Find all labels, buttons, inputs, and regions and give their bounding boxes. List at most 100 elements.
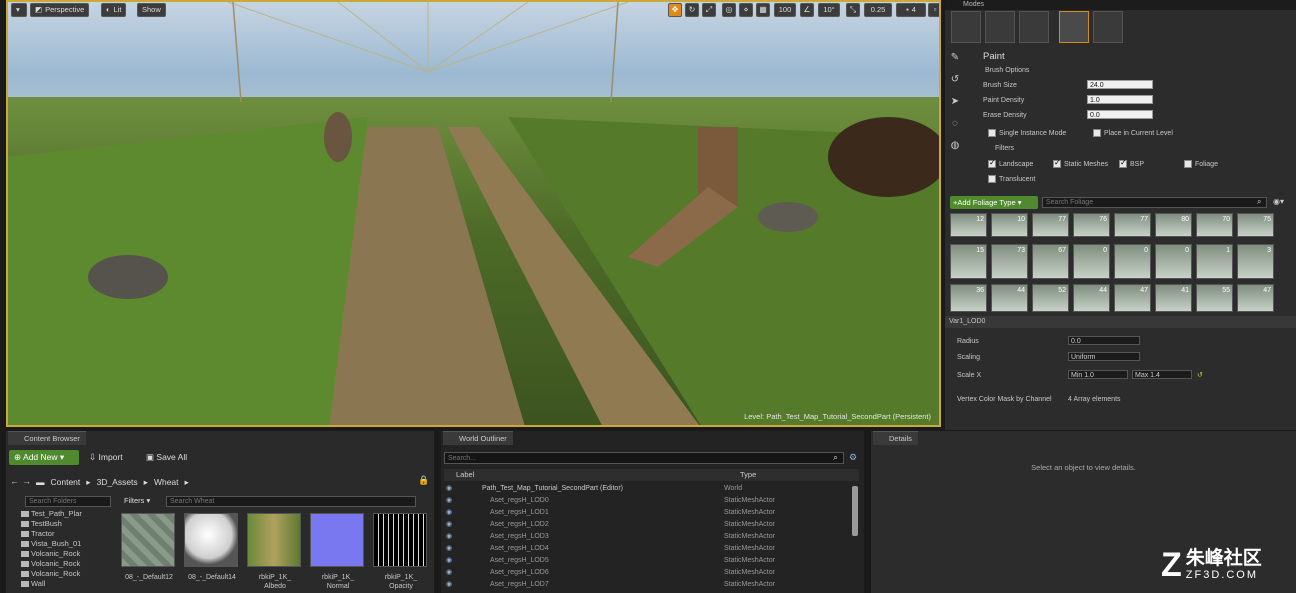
camera-speed-button[interactable]: ▪ 4 [896,3,926,17]
asset-tile[interactable]: rbkiP_1K_ Albedo [247,513,303,591]
save-all-button[interactable]: ▣ Save All [146,452,187,463]
reset-icon[interactable]: ↺ [1197,371,1203,379]
asset-tile[interactable]: 08_-_Default14 [184,513,240,582]
foliage-mode-icon[interactable] [1059,11,1089,43]
asset-tile[interactable]: rbkiP_1K_ Normal [310,513,366,591]
outliner-row[interactable]: ◉ Aset_regsH_LOD4 StaticMeshActor [444,543,854,555]
eye-icon[interactable]: ◉ [444,531,454,543]
outliner-row[interactable]: ◉ Aset_regsH_LOD0 StaticMeshActor [444,495,854,507]
landscape-mode-icon[interactable] [1019,11,1049,43]
foliage-type-thumbnail[interactable]: 67 [1032,244,1069,279]
brush-size-field[interactable]: 24.0 [1087,80,1153,89]
content-browser-tab[interactable]: Content Browser [8,431,86,445]
outliner-settings-icon[interactable]: ⚙ [849,452,857,463]
viewport-options-button[interactable]: ▾ [11,3,27,17]
add-new-button[interactable]: ⊕ Add New ▾ [9,450,79,465]
foliage-type-thumbnail[interactable]: 41 [1155,284,1192,312]
fill-tool-icon[interactable]: ◍ [947,140,963,158]
scale-snap-value[interactable]: 0.25 [864,3,892,17]
foliage-type-thumbnail[interactable]: 0 [1155,244,1192,279]
paint-mode-icon[interactable] [985,11,1015,43]
single-instance-checkbox[interactable] [988,129,996,137]
outliner-row[interactable]: ◉ Aset_regsH_LOD3 StaticMeshActor [444,531,854,543]
foliage-type-thumbnail[interactable]: 47 [1237,284,1274,312]
select-tool-icon[interactable]: ➤ [947,96,963,114]
paint-tool-icon[interactable]: ✎ [947,52,963,70]
outliner-row[interactable]: ◉ Aset_regsH_LOD1 StaticMeshActor [444,507,854,519]
grid-snap-value[interactable]: 100 [774,3,796,17]
foliage-type-thumbnail[interactable]: 80 [1155,213,1192,237]
foliage-type-thumbnail[interactable]: 36 [950,284,987,312]
foliage-type-thumbnail[interactable]: 47 [1114,284,1151,312]
show-button[interactable]: Show [137,3,166,17]
foliage-type-thumbnail[interactable]: 15 [950,244,987,279]
scale-max-field[interactable]: Max 1.4 [1132,370,1192,379]
folder-item[interactable]: Volcanic_Rock [11,569,111,579]
foliage-type-thumbnail[interactable]: 76 [1073,213,1110,237]
foliage-type-thumbnail[interactable]: 10 [991,213,1028,237]
rotation-snap-value[interactable]: 10° [818,3,840,17]
foliage-type-thumbnail[interactable]: 3 [1237,244,1274,279]
filters-button[interactable]: Filters ▾ [124,496,150,505]
foliage-checkbox[interactable] [1184,160,1192,168]
lock-icon[interactable]: 🔒 [418,475,429,486]
maximize-viewport-icon[interactable]: ▫ [928,3,939,17]
place-mode-icon[interactable] [951,11,981,43]
folder-item[interactable]: Test_Path_Plar [11,509,111,519]
eye-icon[interactable]: ◉ [444,495,454,507]
folder-item[interactable]: Volcanic_Rock [11,559,111,569]
erase-density-field[interactable]: 0.0 [1087,110,1153,119]
lasso-tool-icon[interactable]: ◌ [947,118,963,136]
back-arrow-icon[interactable]: ← [10,476,19,486]
translate-icon[interactable]: ✥ [668,3,682,17]
search-assets-input[interactable]: Search Wheat [166,496,416,507]
forward-arrow-icon[interactable]: → [22,476,31,486]
folder-item[interactable]: TestBush [11,519,111,529]
add-foliage-type-button[interactable]: +Add Foliage Type ▾ [950,196,1038,209]
reapply-tool-icon[interactable]: ↺ [947,74,963,92]
search-folders-input[interactable]: Search Folders [25,496,111,507]
rotation-snap-icon[interactable]: ∠ [800,3,814,17]
place-current-level-checkbox[interactable] [1093,129,1101,137]
rotate-icon[interactable]: ↻ [685,3,699,17]
paint-density-field[interactable]: 1.0 [1087,95,1153,104]
foliage-type-thumbnail[interactable]: 12 [950,213,987,237]
eye-icon[interactable]: ◉ [444,483,454,495]
outliner-scrollbar[interactable] [852,486,858,536]
scale-icon[interactable]: ⤢ [702,3,716,17]
surface-snap-icon[interactable]: ⋄ [739,3,753,17]
search-foliage-input[interactable]: Search Foliage [1042,197,1267,208]
foliage-type-thumbnail[interactable]: 52 [1032,284,1069,312]
foliage-type-thumbnail[interactable]: 44 [1073,284,1110,312]
modes-tab[interactable]: Modes [945,0,1296,10]
folder-item[interactable]: Volcanic_Rock [11,549,111,559]
eye-icon[interactable]: ◉ [444,555,454,567]
radius-field[interactable]: 0.0 [1068,336,1140,345]
breadcrumb-3d-assets[interactable]: 3D_Assets [97,477,138,488]
scale-min-field[interactable]: Min 1.0 [1068,370,1128,379]
translucent-checkbox[interactable] [988,175,996,183]
foliage-type-thumbnail[interactable]: 77 [1032,213,1069,237]
bsp-checkbox[interactable] [1119,158,1127,168]
perspective-button[interactable]: ◩ Perspective [30,3,90,17]
foliage-type-thumbnail[interactable]: 70 [1196,213,1233,237]
details-tab[interactable]: Details [873,431,918,445]
foliage-type-thumbnail[interactable]: 1 [1196,244,1233,279]
view-options-icon[interactable]: ◉▾ [1273,197,1284,206]
foliage-type-thumbnail[interactable]: 44 [991,284,1028,312]
foliage-type-thumbnail[interactable]: 73 [991,244,1028,279]
breadcrumb-content[interactable]: Content [51,477,81,488]
import-button[interactable]: ⇩ Import [89,452,123,463]
eye-icon[interactable]: ◉ [444,579,454,591]
eye-icon[interactable]: ◉ [444,507,454,519]
foliage-type-thumbnail[interactable]: 0 [1114,244,1151,279]
foliage-type-thumbnail[interactable]: 55 [1196,284,1233,312]
eye-icon[interactable]: ◉ [444,519,454,531]
outliner-row[interactable]: ◉ Path_Test_Map_Tutorial_SecondPart (Edit… [444,483,854,495]
column-label[interactable]: Label [456,469,474,481]
outliner-row[interactable]: ◉ Aset_regsH_LOD6 StaticMeshActor [444,567,854,579]
outliner-search-input[interactable]: Search... [444,452,844,464]
folder-item[interactable]: Tractor [11,529,111,539]
scale-snap-icon[interactable]: ⤡ [846,3,860,17]
foliage-type-thumbnail[interactable]: 0 [1073,244,1110,279]
